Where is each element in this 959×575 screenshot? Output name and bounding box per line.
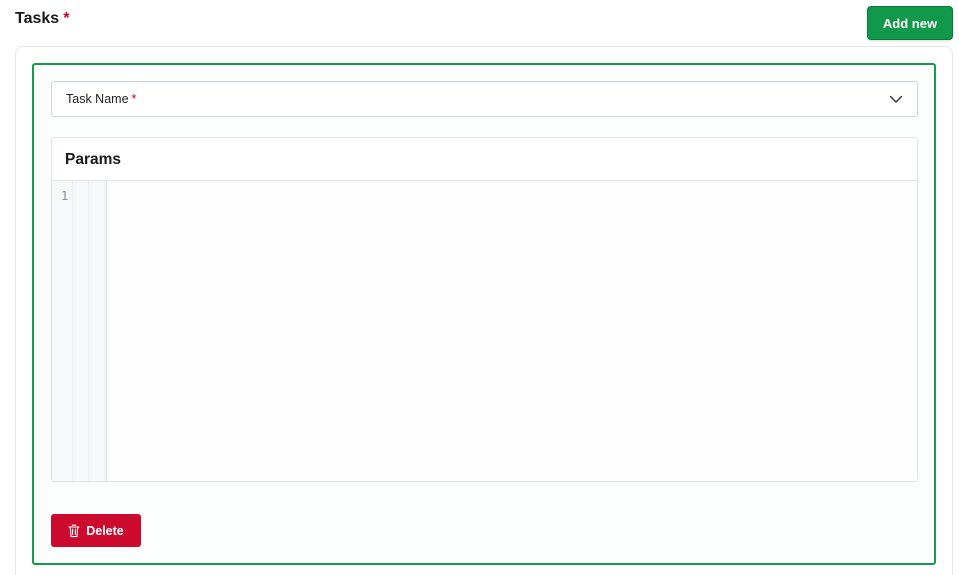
params-panel: Params 1 xyxy=(51,137,918,482)
line-number: 1 xyxy=(61,189,69,203)
section-title-text: Tasks xyxy=(15,10,60,27)
required-mark: * xyxy=(131,92,137,106)
gutter-guide xyxy=(72,181,73,481)
task-name-select[interactable]: Task Name * xyxy=(51,81,918,117)
chevron-down-icon xyxy=(889,95,903,103)
gutter-guide xyxy=(104,181,105,481)
delete-button[interactable]: Delete xyxy=(51,514,141,547)
task-name-label-text: Task Name xyxy=(66,92,129,106)
params-header: Params xyxy=(52,138,917,181)
trash-icon xyxy=(68,524,80,537)
params-code-editor[interactable]: 1 xyxy=(52,181,917,481)
required-mark: * xyxy=(63,10,70,27)
tasks-form: Tasks * Add new Task Name * Params 1 Del… xyxy=(0,0,959,575)
editor-gutter: 1 xyxy=(52,181,107,481)
add-new-button[interactable]: Add new xyxy=(867,6,953,40)
task-name-label: Task Name * xyxy=(66,92,136,106)
section-title: Tasks * xyxy=(15,9,69,29)
params-title: Params xyxy=(65,151,122,168)
task-card: Task Name * Params 1 Delete xyxy=(32,63,936,565)
gutter-guide xyxy=(88,181,89,481)
delete-label: Delete xyxy=(86,523,124,538)
code-input-area[interactable] xyxy=(107,181,917,481)
